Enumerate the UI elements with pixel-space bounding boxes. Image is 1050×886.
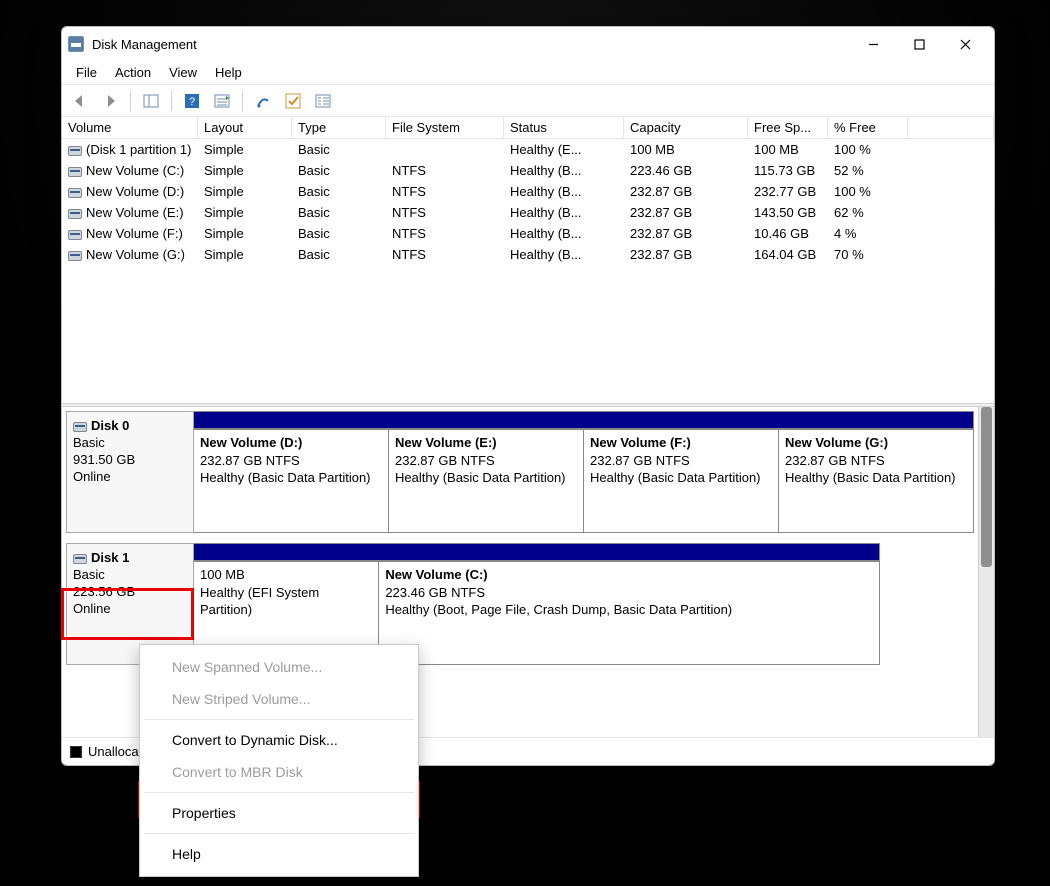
list-view-button[interactable]	[311, 89, 335, 113]
col-type[interactable]: Type	[292, 117, 386, 138]
disk-header-bar	[194, 411, 974, 429]
table-row[interactable]: New Volume (G:)SimpleBasicNTFSHealthy (B…	[62, 244, 994, 265]
app-icon	[68, 36, 84, 52]
context-menu: New Spanned Volume... New Striped Volume…	[139, 644, 419, 877]
disk-info[interactable]: Disk 0 Basic 931.50 GB Online	[66, 411, 194, 533]
vertical-scrollbar[interactable]	[978, 407, 994, 737]
disk-header-bar	[194, 543, 880, 561]
table-row[interactable]: New Volume (C:)SimpleBasicNTFSHealthy (B…	[62, 160, 994, 181]
back-button[interactable]	[68, 89, 92, 113]
volume-list-header: Volume Layout Type File System Status Ca…	[62, 117, 994, 139]
disk-row: Disk 0 Basic 931.50 GB Online New Volume…	[66, 411, 974, 533]
table-row[interactable]: New Volume (F:)SimpleBasicNTFSHealthy (B…	[62, 223, 994, 244]
col-status[interactable]: Status	[504, 117, 624, 138]
ctx-new-striped-volume[interactable]: New Striped Volume...	[142, 683, 416, 715]
ctx-convert-dynamic[interactable]: Convert to Dynamic Disk...	[142, 724, 416, 756]
menu-help[interactable]: Help	[207, 63, 250, 82]
col-volume[interactable]: Volume	[62, 117, 198, 138]
ctx-help[interactable]: Help	[142, 838, 416, 870]
close-button[interactable]	[942, 29, 988, 59]
menu-file[interactable]: File	[68, 63, 105, 82]
col-file-system[interactable]: File System	[386, 117, 504, 138]
settings-check-button[interactable]	[281, 89, 305, 113]
ctx-convert-mbr[interactable]: Convert to MBR Disk	[142, 756, 416, 788]
col-capacity[interactable]: Capacity	[624, 117, 748, 138]
ctx-new-spanned-volume[interactable]: New Spanned Volume...	[142, 651, 416, 683]
table-row[interactable]: New Volume (E:)SimpleBasicNTFSHealthy (B…	[62, 202, 994, 223]
col-pct-free[interactable]: % Free	[828, 117, 908, 138]
menu-bar: File Action View Help	[62, 61, 994, 85]
show-hide-console-tree-button[interactable]	[139, 89, 163, 113]
partition[interactable]: New Volume (F:)232.87 GB NTFSHealthy (Ba…	[584, 429, 779, 533]
partition[interactable]: New Volume (E:)232.87 GB NTFSHealthy (Ba…	[389, 429, 584, 533]
table-row[interactable]: New Volume (D:)SimpleBasicNTFSHealthy (B…	[62, 181, 994, 202]
help-button[interactable]: ?	[180, 89, 204, 113]
menu-view[interactable]: View	[161, 63, 205, 82]
action-list-button[interactable]	[210, 89, 234, 113]
svg-text:?: ?	[189, 96, 195, 108]
toolbar: ?	[62, 85, 994, 117]
volume-list: Volume Layout Type File System Status Ca…	[62, 117, 994, 403]
col-free-space[interactable]: Free Sp...	[748, 117, 828, 138]
title-bar: Disk Management	[62, 27, 994, 61]
col-layout[interactable]: Layout	[198, 117, 292, 138]
window-title: Disk Management	[92, 37, 197, 52]
ctx-properties[interactable]: Properties	[142, 797, 416, 829]
partition[interactable]: New Volume (D:)232.87 GB NTFSHealthy (Ba…	[194, 429, 389, 533]
refresh-button[interactable]	[251, 89, 275, 113]
partition[interactable]: New Volume (C:)223.46 GB NTFSHealthy (Bo…	[379, 561, 880, 665]
disk-icon	[73, 554, 87, 564]
disk-icon	[73, 422, 87, 432]
partition[interactable]: New Volume (G:)232.87 GB NTFSHealthy (Ba…	[779, 429, 974, 533]
minimize-button[interactable]	[850, 29, 896, 59]
table-row[interactable]: (Disk 1 partition 1)SimpleBasicHealthy (…	[62, 139, 994, 160]
forward-button[interactable]	[98, 89, 122, 113]
legend-swatch-unallocated	[70, 746, 82, 758]
menu-action[interactable]: Action	[107, 63, 159, 82]
maximize-button[interactable]	[896, 29, 942, 59]
